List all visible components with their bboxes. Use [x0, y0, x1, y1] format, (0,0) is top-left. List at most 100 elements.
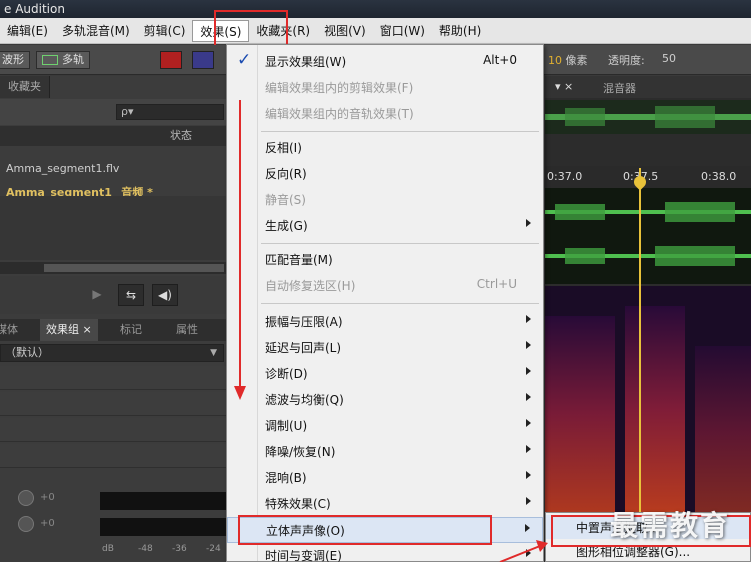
waveform-graphic [545, 202, 751, 266]
menu-bar: 编辑(E) 多轨混音(M) 剪辑(C) 效果(S) 收藏夹(R) 视图(V) 窗… [0, 18, 751, 44]
menu-item-invert[interactable]: 反相(I) [227, 135, 543, 161]
submenu-arrow-icon [526, 549, 531, 557]
time-ruler[interactable]: 0:37.0 0:37.5 0:38.0 [545, 166, 751, 188]
input-gain-knob[interactable] [18, 490, 34, 506]
auto-play-icon[interactable]: ◀) [152, 284, 178, 306]
editor-tabs: ▾ × 混音器 [545, 76, 751, 98]
menu-separator [261, 131, 539, 132]
menu-edit[interactable]: 编辑(E) [0, 20, 55, 42]
app-window: e Audition 编辑(E) 多轨混音(M) 剪辑(C) 效果(S) 收藏夹… [0, 0, 751, 562]
playhead[interactable] [639, 168, 641, 562]
scroll-thumb[interactable] [44, 264, 224, 272]
menu-item-time-pitch[interactable]: 时间与变调(E) [227, 543, 543, 562]
menu-separator [261, 243, 539, 244]
effects-rack-tabs: 媒体 效果组 × 标记 属性 [0, 319, 226, 341]
tab-mixer[interactable]: 混音器 [603, 80, 636, 96]
menu-view[interactable]: 视图(V) [317, 20, 373, 42]
file-item[interactable]: Amma_segment1.flv [6, 162, 119, 175]
submenu-arrow-icon [525, 524, 530, 532]
meter-scale-label: -24 [206, 544, 221, 554]
submenu-arrow-icon [526, 497, 531, 505]
tab-favorites[interactable]: 收藏夹 [0, 76, 50, 98]
menu-item-silence[interactable]: 静音(S) [227, 187, 543, 213]
spectral-view-button[interactable] [160, 51, 182, 69]
effects-menu: ✓ 显示效果组(W) Alt+0 编辑效果组内的剪辑效果(F) 编辑效果组内的音轨效… [226, 44, 544, 562]
waveform-display[interactable] [545, 188, 751, 284]
meter-scale-label: dB [102, 544, 114, 554]
level-meter [100, 492, 226, 510]
waveform-editor: ▾ × 混音器 0:37.0 0:37.5 0:38.0 [545, 76, 751, 562]
chevron-down-icon: ▼ [210, 348, 217, 358]
menu-item-reverb[interactable]: 混响(B) [227, 465, 543, 491]
output-gain-knob[interactable] [18, 516, 34, 532]
menu-clip[interactable]: 剪辑(C) [137, 20, 193, 42]
meter-scale-label: -48 [138, 544, 153, 554]
opacity-value[interactable]: 50 [662, 52, 676, 65]
tab-properties[interactable]: 属性 [170, 319, 204, 341]
menu-multitrack[interactable]: 多轨混音(M) [55, 20, 137, 42]
level-meter [100, 518, 226, 536]
submenu-arrow-icon [526, 419, 531, 427]
tab-effects-rack[interactable]: 效果组 × [40, 319, 98, 341]
submenu-arrow-icon [526, 393, 531, 401]
menu-item-show-effects-rack[interactable]: ✓ 显示效果组(W) Alt+0 [227, 49, 543, 75]
menu-item-edit-track-effects[interactable]: 编辑效果组内的音轨效果(T) [227, 101, 543, 127]
menu-help[interactable]: 帮助(H) [432, 20, 488, 42]
submenu-arrow-icon [526, 445, 531, 453]
opacity-label: 透明度: [608, 54, 645, 67]
submenu-arrow-icon [526, 367, 531, 375]
column-status[interactable]: 状态 [170, 126, 192, 146]
submenu-arrow-icon [526, 315, 531, 323]
title-bar: e Audition [0, 0, 751, 18]
menu-item-modulation[interactable]: 调制(U) [227, 413, 543, 439]
waveform-view-button[interactable]: 波形 [0, 51, 30, 69]
menu-item-delay-echo[interactable]: 延迟与回声(L) [227, 335, 543, 361]
files-list-area [0, 196, 226, 260]
rack-slot[interactable] [0, 366, 226, 390]
files-panel: 收藏夹 ρ▾ 状态 Amma_segment1.flv Amma_segment… [0, 76, 226, 562]
files-header: 状态 [0, 126, 226, 146]
ruler-label: 0:38.0 [701, 170, 737, 183]
watermark-text: 最需教育 [610, 509, 731, 542]
submenu-arrow-icon [526, 341, 531, 349]
annotation-box-stereo-item [238, 515, 492, 545]
preset-select[interactable]: （默认） ▼ [0, 344, 224, 362]
menu-item-generate[interactable]: 生成(G) [227, 213, 543, 239]
menu-item-amplitude[interactable]: 振幅与压限(A) [227, 309, 543, 335]
tab-markers[interactable]: 标记 [114, 319, 148, 341]
overview-waveform-graphic [545, 106, 751, 128]
files-scrollbar[interactable] [0, 262, 226, 274]
menu-item-special[interactable]: 特殊效果(C) [227, 491, 543, 517]
chevron-down-icon[interactable]: ▾ × [555, 80, 573, 93]
menu-item-auto-heal[interactable]: 自动修复选区(H) Ctrl+U [227, 273, 543, 299]
menu-item-filter-eq[interactable]: 滤波与均衡(Q) [227, 387, 543, 413]
input-gain-value: +0 [40, 492, 55, 503]
output-gain-value: +0 [40, 518, 55, 529]
play-button[interactable]: ▶ [84, 284, 110, 306]
multitrack-view-button[interactable]: 多轨 [36, 51, 90, 69]
ruler-label: 0:37.0 [547, 170, 583, 183]
brush-size-readout: 10 像素 [548, 54, 588, 67]
multitrack-icon [42, 55, 58, 65]
pitch-view-button[interactable] [192, 51, 214, 69]
menu-item-match-volume[interactable]: 匹配音量(M) [227, 247, 543, 273]
files-search-input[interactable]: ρ▾ [116, 104, 224, 120]
menu-separator [261, 303, 539, 304]
tab-media[interactable]: 媒体 [0, 319, 24, 341]
meter-scale-label: -36 [172, 544, 187, 554]
loop-button[interactable]: ⇆ [118, 284, 144, 306]
rack-slot[interactable] [0, 418, 226, 442]
overview-waveform[interactable] [545, 100, 751, 134]
menu-item-noise-reduction[interactable]: 降噪/恢复(N) [227, 439, 543, 465]
menu-window[interactable]: 窗口(W) [373, 20, 432, 42]
checkmark-icon: ✓ [237, 50, 252, 70]
menu-item-reverse[interactable]: 反向(R) [227, 161, 543, 187]
submenu-arrow-icon [526, 471, 531, 479]
rack-slot[interactable] [0, 392, 226, 416]
menu-item-diagnostics[interactable]: 诊断(D) [227, 361, 543, 387]
annotation-box-effects-menu [214, 10, 288, 48]
preview-transport: ▶ ⇆ ◀) [0, 276, 226, 314]
rack-slot[interactable] [0, 444, 226, 468]
submenu-arrow-icon [526, 219, 531, 227]
menu-item-edit-clip-effects[interactable]: 编辑效果组内的剪辑效果(F) [227, 75, 543, 101]
